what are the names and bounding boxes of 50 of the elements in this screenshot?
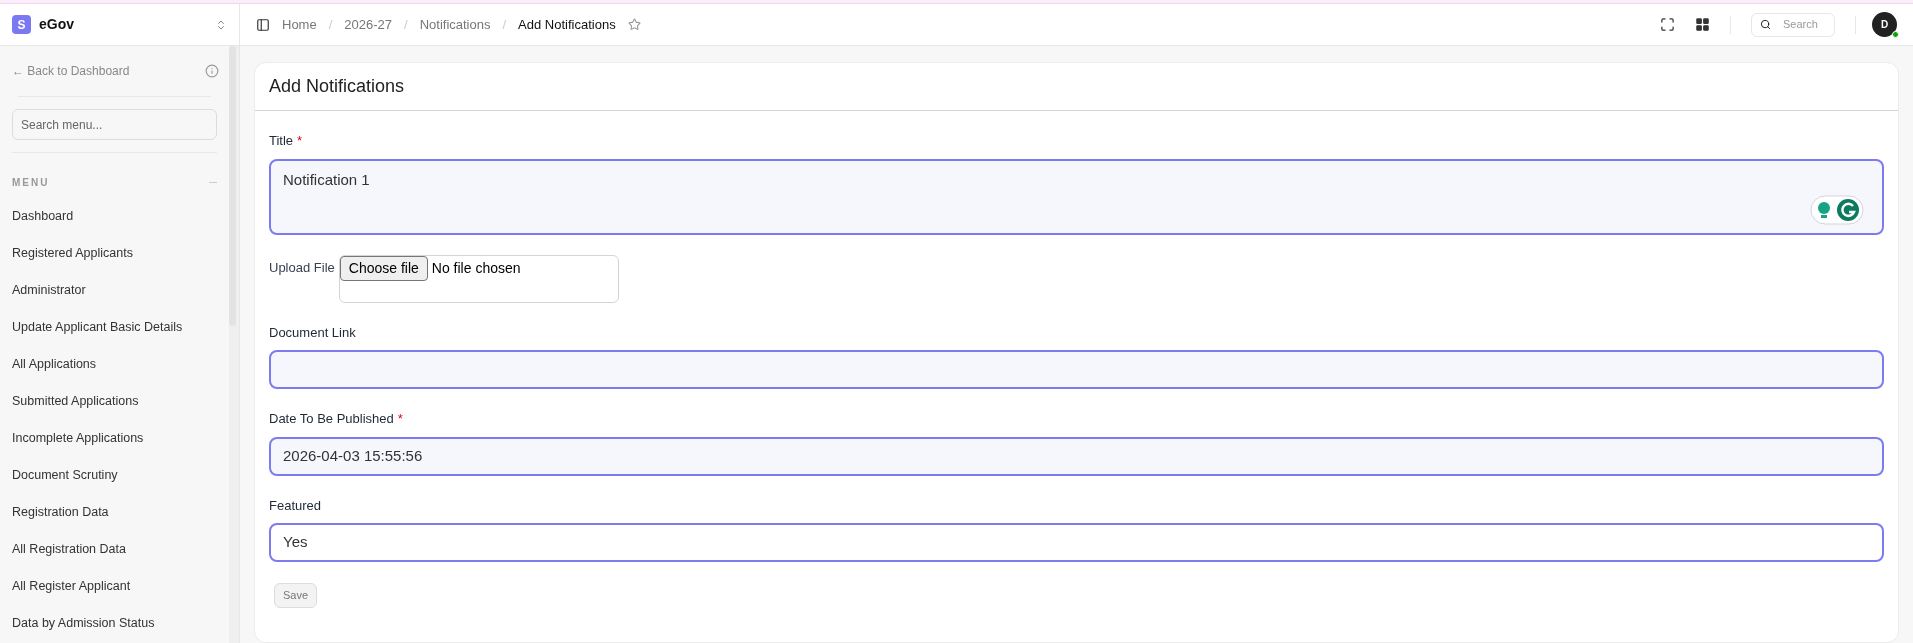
info-icon[interactable] (205, 64, 219, 78)
grammarly-drawing[interactable] (1810, 194, 1864, 225)
breadcrumb-link[interactable]: Notifications (419, 14, 491, 35)
required-mark: * (397, 410, 403, 428)
app-logo[interactable]: S (12, 15, 31, 34)
sidebar-item[interactable]: Registration Data (12, 494, 217, 531)
apps-grid-icon[interactable] (1695, 17, 1710, 32)
field-label: Date To Be Published (269, 410, 394, 428)
breadcrumb-separator: / (404, 15, 408, 34)
sidebar-item[interactable]: All Registration Data (12, 531, 217, 568)
text-field[interactable] (269, 350, 1884, 389)
sidebar-item[interactable]: All Register Applicant (12, 568, 217, 605)
sidebar-item[interactable]: Submitted Applications (12, 383, 217, 420)
breadcrumb-separator: / (328, 15, 333, 34)
sidebar-item[interactable]: Dashboard (12, 198, 217, 235)
fullscreen-icon[interactable] (1660, 17, 1675, 32)
field-label: Featured (269, 496, 322, 515)
field-label: Document Link (269, 323, 356, 342)
back-link[interactable]: ← Back to Dashboard (12, 62, 130, 80)
save-button[interactable]: Save (274, 583, 318, 608)
menu-section-title: MENU (12, 176, 50, 190)
breadcrumb-link[interactable]: Home (282, 14, 317, 35)
user-avatar[interactable]: D (1872, 12, 1897, 37)
search-icon (1760, 19, 1771, 30)
sidebar-item[interactable]: Administrator (12, 272, 217, 309)
title-field[interactable]: Notification 1 (269, 158, 1884, 235)
sidebar-toggle-icon[interactable] (256, 17, 270, 32)
switcher-icon[interactable] (215, 18, 227, 31)
sidebar-item[interactable]: Update Applicant Basic Details (12, 309, 217, 346)
sidebar-item[interactable]: Data by Admission Status (12, 605, 217, 642)
sidebar-item[interactable]: All Applications (12, 346, 217, 383)
choose-file-button[interactable]: Choose file (339, 255, 428, 281)
menu-search-field[interactable]: Search menu... (12, 109, 217, 140)
field-label: Upload File (269, 258, 335, 277)
app-name: eGov (39, 15, 74, 34)
breadcrumb-link[interactable]: Add Notifications (518, 14, 616, 35)
breadcrumb-link[interactable]: 2026-27 (344, 14, 393, 35)
required-mark: * (297, 132, 303, 150)
form-title: Add Notifications (269, 75, 405, 98)
field-label: Title (269, 132, 294, 150)
text-field[interactable]: 2026-04-03 15:55:56 (269, 436, 1884, 476)
file-status: No file chosen (431, 258, 521, 278)
favorite-star-icon[interactable] (627, 18, 641, 31)
scrollbar-thumb[interactable] (229, 46, 236, 326)
sidebar-item[interactable]: Document Scrutiny (12, 457, 217, 494)
file-input[interactable]: Choose file No file chosen (338, 254, 619, 303)
featured-select[interactable]: Yes (269, 523, 1884, 562)
sidebar-item[interactable]: Registered Applicants (12, 235, 217, 272)
breadcrumb-separator: / (502, 15, 507, 34)
sidebar-item[interactable]: Incomplete Applications (12, 420, 217, 457)
